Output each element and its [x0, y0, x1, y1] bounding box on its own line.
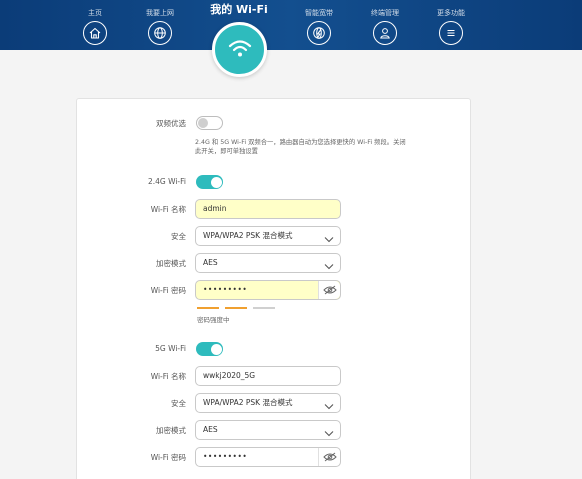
- select-value: WPA/WPA2 PSK 混合模式: [203, 398, 293, 407]
- input-value: admin: [203, 204, 227, 213]
- toggle-knob: [210, 343, 222, 355]
- menu-icon: [439, 21, 463, 45]
- security-label: 安全: [171, 399, 186, 408]
- active-nav-title: 我的 Wi-Fi: [210, 3, 268, 16]
- nav-item-label: 更多功能: [437, 9, 465, 17]
- eye-icon[interactable]: [318, 448, 340, 466]
- toggle-knob: [210, 176, 222, 188]
- wifi-icon: [227, 37, 253, 63]
- band-5g-name-input[interactable]: wwkj2020_5G: [195, 366, 341, 386]
- chevron-down-icon: [324, 426, 334, 444]
- password-label: Wi-Fi 密码: [150, 453, 186, 462]
- password-label: Wi-Fi 密码: [150, 286, 186, 295]
- eye-icon[interactable]: [318, 281, 340, 299]
- nav-item-label: 智能宽带: [305, 9, 333, 17]
- strength-bar-3: [253, 307, 275, 309]
- nav-item-device-management[interactable]: 终端管理: [360, 8, 410, 45]
- nav-item-more-features[interactable]: 更多功能: [426, 8, 476, 45]
- band-24g-name-input[interactable]: admin: [195, 199, 341, 219]
- nav-item-smart-broadband[interactable]: 智能宽带: [294, 8, 344, 45]
- chevron-down-icon: [324, 259, 334, 277]
- speed-globe-icon: [307, 21, 331, 45]
- select-value: AES: [203, 425, 218, 434]
- select-value: WPA/WPA2 PSK 混合模式: [203, 231, 293, 240]
- wifi-name-label: Wi-Fi 名称: [150, 205, 186, 214]
- globe-icon: [148, 21, 172, 45]
- nav-item-label: 终端管理: [371, 9, 399, 17]
- band-24g-encryption-select[interactable]: AES: [195, 253, 341, 273]
- nav-item-my-wifi[interactable]: [212, 22, 267, 77]
- wifi-name-label: Wi-Fi 名称: [150, 372, 186, 381]
- nav-item-internet[interactable]: 我要上网: [135, 8, 185, 45]
- nav-item-home[interactable]: 主页: [70, 8, 120, 45]
- input-value: •••••••••: [203, 285, 248, 294]
- nav-item-label: 主页: [88, 9, 102, 17]
- band-24g-password-input[interactable]: •••••••••: [195, 280, 341, 300]
- band-24g-security-select[interactable]: WPA/WPA2 PSK 混合模式: [195, 226, 341, 246]
- chevron-down-icon: [324, 399, 334, 417]
- toggle-knob: [198, 118, 208, 128]
- band-5g-toggle[interactable]: [196, 342, 223, 356]
- encryption-label: 加密模式: [156, 426, 186, 435]
- band-5g-security-select[interactable]: WPA/WPA2 PSK 混合模式: [195, 393, 341, 413]
- user-icon: [373, 21, 397, 45]
- strength-bar-1: [197, 307, 219, 309]
- nav-item-label: 我要上网: [146, 9, 174, 17]
- dual-band-description: 2.4G 和 5G Wi-Fi 双频合一，路由器自动为您选择更快的 Wi-Fi …: [195, 139, 406, 155]
- select-value: AES: [203, 258, 218, 267]
- home-icon: [83, 21, 107, 45]
- dual-band-label: 双频优选: [156, 119, 186, 128]
- band-5g-encryption-select[interactable]: AES: [195, 420, 341, 440]
- chevron-down-icon: [324, 232, 334, 250]
- security-label: 安全: [171, 232, 186, 241]
- band-5g-password-input[interactable]: •••••••••: [195, 447, 341, 467]
- password-strength-text: 密码强度中: [197, 316, 230, 324]
- top-nav-bar: 主页 我要上网 智能宽带 终端管理 更多功能 我的 Wi-Fi: [0, 0, 582, 50]
- band-24g-label: 2.4G Wi-Fi: [147, 177, 186, 186]
- encryption-label: 加密模式: [156, 259, 186, 268]
- input-value: wwkj2020_5G: [203, 371, 256, 380]
- strength-bar-2: [225, 307, 247, 309]
- input-value: •••••••••: [203, 452, 248, 461]
- band-5g-label: 5G Wi-Fi: [155, 344, 186, 353]
- band-24g-toggle[interactable]: [196, 175, 223, 189]
- dual-band-toggle[interactable]: [196, 116, 223, 130]
